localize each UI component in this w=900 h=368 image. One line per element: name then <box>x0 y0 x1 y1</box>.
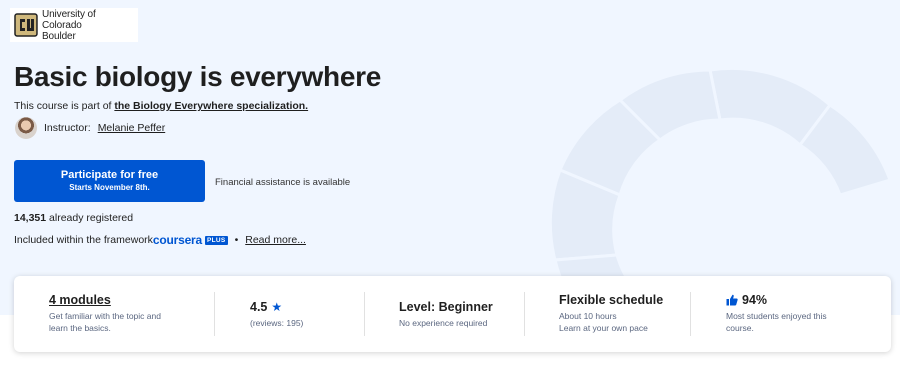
instructor-row: Instructor: Melanie Peffer <box>14 117 165 139</box>
financial-aid-text: Financial assistance is available <box>215 177 351 188</box>
university-name: University of Colorado Boulder <box>41 8 96 42</box>
instructor-link[interactable]: Melanie Peffer <box>98 122 166 134</box>
coursera-plus-line: Included within the framework coursera P… <box>14 233 306 247</box>
satisfaction-description: Most students enjoyed this course. <box>726 311 827 333</box>
course-stats-card: 4 modules Get familiar with the topic an… <box>14 276 891 352</box>
registered-count: 14,351 already registered <box>14 212 133 224</box>
schedule-title: Flexible schedule <box>559 293 664 307</box>
stat-rating: 4.5 ★ (reviews: 195) <box>250 276 360 352</box>
specialization-link[interactable]: the Biology Everywhere specialization. <box>114 100 308 112</box>
stat-satisfaction: 94% Most students enjoyed this course. <box>726 276 876 352</box>
specialization-prefix: This course is part of <box>14 100 115 112</box>
stat-divider <box>524 292 525 336</box>
rating-value: 4.5 ★ <box>250 300 283 314</box>
stat-divider <box>214 292 215 336</box>
read-more-link[interactable]: Read more... <box>245 234 306 246</box>
stat-schedule: Flexible schedule About 10 hours Learn a… <box>559 276 689 352</box>
modules-link[interactable]: 4 modules <box>49 293 209 307</box>
registered-label: already registered <box>46 212 134 224</box>
enroll-button-start-date: Starts November 8th. <box>69 183 150 192</box>
separator-bullet: • <box>234 234 239 246</box>
avatar <box>15 117 37 139</box>
level-description: No experience required <box>399 318 488 328</box>
enroll-button-label: Participate for free <box>60 169 159 181</box>
cu-boulder-logo-icon <box>14 13 38 37</box>
included-text: Included within the framework <box>14 234 153 246</box>
coursera-logo: coursera <box>152 233 203 247</box>
stat-divider <box>364 292 365 336</box>
plus-badge: PLUS <box>205 235 228 245</box>
modules-description: Get familiar with the topic and learn th… <box>49 311 161 333</box>
stat-modules: 4 modules Get familiar with the topic an… <box>49 276 209 352</box>
star-icon: ★ <box>271 300 283 314</box>
instructor-label: Instructor: <box>44 122 91 134</box>
level-title: Level: Beginner <box>399 300 493 314</box>
specialization-line: This course is part of the Biology Every… <box>14 100 308 112</box>
thumbs-up-icon <box>726 294 738 306</box>
schedule-description: About 10 hours Learn at your own pace <box>559 311 648 333</box>
satisfaction-value: 94% <box>726 293 876 307</box>
page-title: Basic biology is everywhere <box>14 61 381 92</box>
stat-divider <box>690 292 691 336</box>
registered-number: 14,351 <box>14 212 47 224</box>
rating-reviews: (reviews: 195) <box>250 318 304 328</box>
enroll-button[interactable]: Participate for free Starts November 8th… <box>14 160 205 202</box>
stat-level: Level: Beginner No experience required <box>399 276 539 352</box>
university-logo[interactable]: University of Colorado Boulder <box>10 8 138 42</box>
